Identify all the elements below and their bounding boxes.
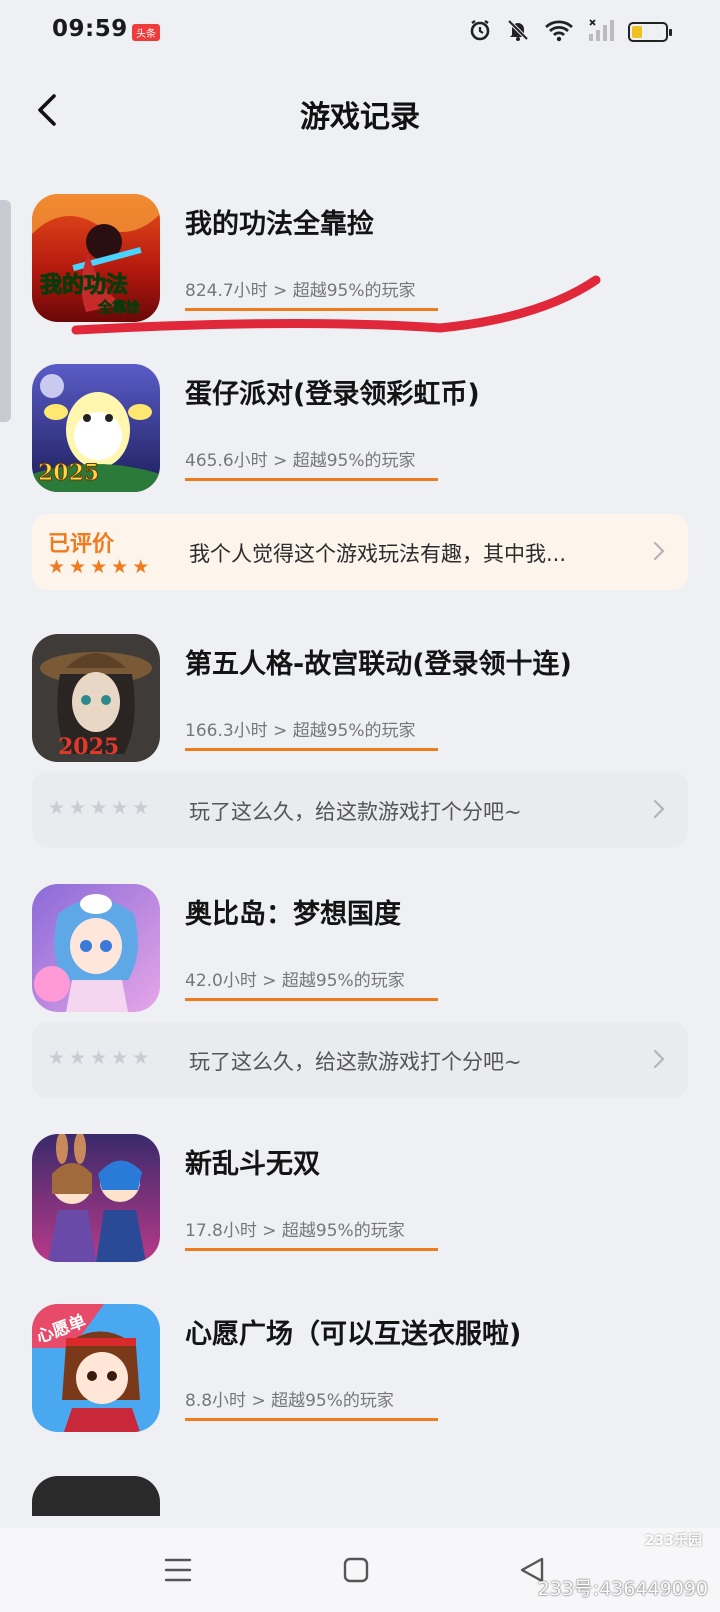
- game-item[interactable]: 新乱斗无双 17.8小时 > 超越95%的玩家: [0, 1134, 720, 1274]
- star-outline-icon[interactable]: ★: [90, 1049, 107, 1068]
- star-outline-icon[interactable]: ★: [132, 799, 149, 818]
- star-icon: ★: [111, 556, 129, 578]
- star-outline-icon[interactable]: ★: [90, 799, 107, 818]
- game-name: 新乱斗无双: [185, 1149, 320, 1180]
- game-name: 我的功法全靠捡: [185, 209, 374, 240]
- game-playtime[interactable]: 465.6小时 > 超越95%的玩家: [185, 446, 416, 471]
- status-bar: 09:59 头条: [0, 0, 720, 64]
- mute-bell-icon: [506, 18, 530, 46]
- wifi-icon: [544, 18, 574, 46]
- status-icons: [468, 18, 672, 46]
- star-outline-icon[interactable]: ★: [69, 799, 86, 818]
- star-outline-icon[interactable]: ★: [69, 1049, 86, 1068]
- playtime-underline: [185, 748, 438, 751]
- game-playtime[interactable]: 17.8小时 > 超越95%的玩家: [185, 1216, 405, 1241]
- signal-icon: [588, 18, 614, 46]
- battery-level: [632, 26, 642, 38]
- page-title: 游戏记录: [300, 100, 420, 135]
- star-outline-icon[interactable]: ★: [48, 799, 65, 818]
- game-playtime[interactable]: 166.3小时 > 超越95%的玩家: [185, 716, 416, 741]
- game-icon-eggy-party: 2025: [32, 364, 160, 492]
- status-time: 09:59: [52, 16, 128, 42]
- game-item[interactable]: 2025 第五人格-故宫联动(登录领十连) 166.3小时 > 超越95%的玩家: [0, 634, 720, 774]
- star-outline-icon[interactable]: ★: [132, 1049, 149, 1068]
- icon-year-text: 2025: [38, 460, 99, 486]
- review-prompt: 玩了这么久，给这款游戏打个分吧~: [189, 800, 522, 824]
- news-app-badge: 头条: [132, 24, 160, 41]
- game-name: 蛋仔派对(登录领彩虹币): [185, 379, 480, 410]
- square-home-icon: [343, 1557, 369, 1583]
- chevron-right-icon: [653, 799, 665, 819]
- game-item[interactable]: 2025 蛋仔派对(登录领彩虹币) 465.6小时 > 超越95%的玩家: [0, 364, 720, 504]
- next-game-icon-partial: [32, 1476, 160, 1516]
- playtime-underline: [185, 998, 438, 1001]
- system-nav-bar: 233乐园 233号:436449090: [0, 1528, 720, 1612]
- game-item[interactable]: 心愿单 心愿广场（可以互送衣服啦) 8.8小时 > 超越95%的玩家: [0, 1304, 720, 1444]
- star-outline-icon[interactable]: ★: [111, 799, 128, 818]
- menu-button[interactable]: [158, 1550, 198, 1590]
- game-icon-aobi-island: [32, 884, 160, 1012]
- watermark-badge: 233乐园: [644, 1533, 702, 1549]
- game-playtime[interactable]: 42.0小时 > 超越95%的玩家: [185, 966, 405, 991]
- icon-title-text: 我的功法: [40, 272, 128, 298]
- chevron-right-icon: [653, 1049, 665, 1069]
- game-record-screen: 09:59 头条 游戏记录 我的功法 全靠捡 我的功法全靠捡 824.7小时 >…: [0, 0, 720, 1612]
- battery-icon: [628, 22, 672, 42]
- star-icon: ★: [132, 556, 150, 578]
- game-name: 第五人格-故宫联动(登录领十连): [185, 649, 572, 680]
- game-icon-identity-v: 2025: [32, 634, 160, 762]
- review-bar-unrated[interactable]: ★ ★ ★ ★ ★ 玩了这么久，给这款游戏打个分吧~: [32, 1022, 688, 1098]
- game-item[interactable]: 我的功法 全靠捡 我的功法全靠捡 824.7小时 > 超越95%的玩家: [0, 194, 720, 334]
- review-prompt: 玩了这么久，给这款游戏打个分吧~: [189, 1050, 522, 1074]
- game-item[interactable]: 奥比岛：梦想国度 42.0小时 > 超越95%的玩家: [0, 884, 720, 1024]
- playtime-underline: [185, 308, 438, 311]
- star-rating: ★ ★ ★ ★ ★: [48, 558, 149, 577]
- game-icon-new-brawl: [32, 1134, 160, 1262]
- star-icon: ★: [69, 556, 87, 578]
- star-outline-icon[interactable]: ★: [111, 1049, 128, 1068]
- review-bar-rated[interactable]: 已评价 ★ ★ ★ ★ ★ 我个人觉得这个游戏玩法有趣，其中我...: [32, 514, 688, 590]
- star-rating-empty: ★ ★ ★ ★ ★: [48, 1049, 149, 1068]
- game-playtime[interactable]: 8.8小时 > 超越95%的玩家: [185, 1386, 394, 1411]
- home-button[interactable]: [336, 1550, 376, 1590]
- watermark-id: 233号:436449090: [537, 1578, 708, 1600]
- menu-icon: [164, 1558, 192, 1582]
- game-icon-gongfa: 我的功法 全靠捡: [32, 194, 160, 322]
- game-name: 心愿广场（可以互送衣服啦): [185, 1319, 522, 1350]
- star-icon: ★: [90, 556, 108, 578]
- star-rating-empty: ★ ★ ★ ★ ★: [48, 799, 149, 818]
- star-icon: ★: [48, 556, 66, 578]
- playtime-underline: [185, 1248, 438, 1251]
- game-playtime[interactable]: 824.7小时 > 超越95%的玩家: [185, 276, 416, 301]
- icon-subtitle-text: 全靠捡: [97, 299, 140, 316]
- review-bar-unrated[interactable]: ★ ★ ★ ★ ★ 玩了这么久，给这款游戏打个分吧~: [32, 772, 688, 848]
- game-icon-wish-square: 心愿单: [32, 1304, 160, 1432]
- star-outline-icon[interactable]: ★: [48, 1049, 65, 1068]
- icon-year-text: 2025: [58, 734, 119, 760]
- playtime-underline: [185, 1418, 438, 1421]
- rated-label: 已评价: [48, 532, 115, 557]
- alarm-icon: [468, 18, 492, 46]
- playtime-underline: [185, 478, 438, 481]
- chevron-right-icon: [653, 541, 665, 561]
- review-text: 我个人觉得这个游戏玩法有趣，其中我...: [189, 542, 567, 566]
- game-name: 奥比岛：梦想国度: [185, 899, 401, 930]
